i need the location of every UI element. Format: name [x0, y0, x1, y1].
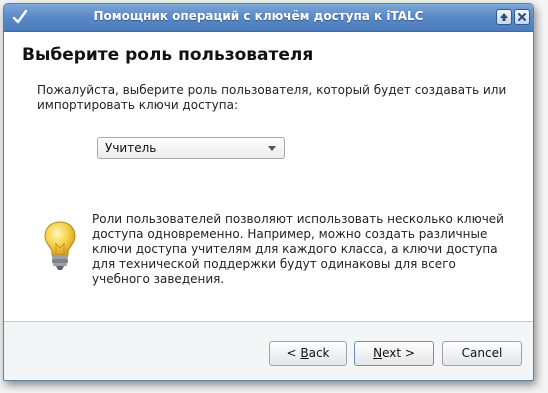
- next-button[interactable]: Next >: [354, 341, 434, 366]
- role-select-value: Учитель: [105, 141, 157, 155]
- next-button-label: ext >: [382, 346, 415, 360]
- lightbulb-icon: [44, 221, 76, 270]
- wizard-window: Помощник операций с ключём доступа к iTA…: [3, 3, 534, 381]
- help-button[interactable]: [496, 9, 512, 25]
- intro-text: Пожалуйста, выберите роль пользователя, …: [37, 83, 517, 113]
- info-line: учебного заведения.: [92, 272, 225, 286]
- back-button-mnemonic: B: [300, 346, 309, 360]
- wizard-page: Выберите роль пользователя Пожалуйста, в…: [4, 32, 533, 321]
- info-line: ключи доступа учителям для каждого класс…: [92, 242, 498, 256]
- next-button-mnemonic: N: [373, 346, 383, 360]
- page-title: Выберите роль пользователя: [22, 45, 314, 65]
- back-button-label: ack: [308, 346, 330, 360]
- chevron-down-icon: [268, 146, 276, 151]
- info-line: Роли пользователей позволяют использоват…: [92, 212, 504, 226]
- help-arrow-icon: [500, 13, 508, 21]
- cancel-button-label: Cancel: [461, 346, 503, 360]
- footer-divider: [4, 321, 533, 322]
- cancel-button[interactable]: Cancel: [442, 341, 522, 366]
- intro-line: импортировать ключи доступа:: [37, 98, 238, 112]
- close-icon: [518, 13, 526, 21]
- info-line: для технической поддержки будут одинаков…: [92, 257, 456, 271]
- intro-line: Пожалуйста, выберите роль пользователя, …: [37, 83, 507, 97]
- checkmark-icon: [11, 8, 29, 26]
- role-select[interactable]: Учитель: [97, 137, 285, 159]
- title-bar[interactable]: Помощник операций с ключём доступа к iTA…: [4, 4, 533, 32]
- info-line: доступа одновременно. Например, можно со…: [92, 227, 488, 241]
- back-button[interactable]: < Back: [269, 341, 347, 366]
- close-button[interactable]: [514, 9, 530, 25]
- window-title: Помощник операций с ключём доступа к iTA…: [93, 9, 424, 23]
- back-button-prefix: <: [286, 346, 301, 360]
- info-text: Роли пользователей позволяют использоват…: [92, 212, 517, 287]
